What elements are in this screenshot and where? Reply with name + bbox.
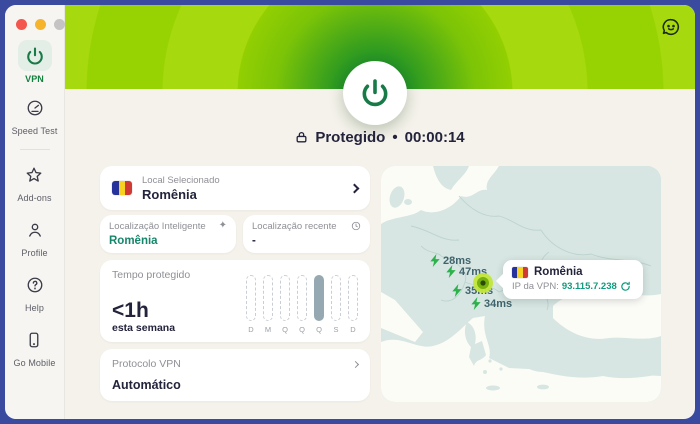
status-separator: • [392,129,397,146]
recent-location-value: - [252,235,361,247]
protected-time-bar [348,275,358,321]
speedometer-icon [19,93,51,123]
smart-location-label: Localização Inteligente [109,221,206,232]
weekly-bar-chart: D M Q Q Q S D [246,269,358,334]
vpn-protocol-label: Protocolo VPN [112,358,181,370]
lock-icon [295,130,308,145]
bolt-icon [429,254,441,267]
star-icon [18,160,50,190]
map-panel: 28ms 47ms 35ms 34ms [381,166,661,402]
app-window: VPN Speed Test Add-ons [5,5,695,419]
protected-time-bar [331,275,341,321]
romania-flag [512,267,528,278]
sparkle-icon: ✦ [219,221,227,230]
minimize-button[interactable] [35,19,46,30]
refresh-icon[interactable] [620,281,631,292]
sidebar-item-label: Help [25,303,44,313]
protected-time-label: Tempo protegido [112,269,190,281]
sidebar-item-label: VPN [25,74,44,84]
power-button[interactable] [343,61,407,125]
selected-location-label: Local Selecionado [142,175,341,186]
connection-tooltip: Romênia IP da VPN: 93.115.7.238 [503,260,643,299]
sidebar-item-label: Add-ons [17,193,51,203]
sidebar-item-vpn[interactable]: VPN [18,40,52,84]
bar-day-label: Q [316,325,322,334]
ping-marker: 34ms [470,297,512,310]
main-area: Protegido • 00:00:14 Local Selecionado R… [65,5,695,419]
chevron-right-icon [350,183,360,193]
protected-time-bar [297,275,307,321]
bar-day-label: Q [299,325,305,334]
connected-location-dot [472,272,494,294]
feedback-chat-icon[interactable] [660,16,682,38]
bolt-icon [451,284,463,297]
protected-time-bar [246,275,256,321]
tooltip-ip-value: 93.115.7.238 [562,281,617,292]
bar-day-label: D [248,325,253,334]
smart-location-value: Romênia [109,235,227,247]
tooltip-ip-label: IP da VPN: [512,281,559,292]
fullscreen-button[interactable] [54,19,65,30]
sidebar-divider [20,149,50,150]
status-label: Protegido [315,129,385,146]
selected-location-card[interactable]: Local Selecionado Romênia [100,166,370,210]
bar-day-label: S [333,325,338,334]
sidebar-item-speed-test[interactable]: Speed Test [12,93,58,136]
bar-day-label: M [265,325,271,334]
recent-location-label: Localização recente [252,221,337,232]
smart-location-card[interactable]: Localização Inteligente ✦ Romênia [100,215,236,253]
power-icon [18,40,52,71]
ping-value: 34ms [484,298,512,310]
bar-day-label: D [350,325,355,334]
status-timer: 00:00:14 [405,129,465,146]
power-icon [359,77,391,109]
connection-status: Protegido • 00:00:14 [65,129,695,146]
sidebar-item-label: Profile [21,248,47,258]
clock-icon [351,221,361,231]
recent-location-card[interactable]: Localização recente - [243,215,370,253]
sidebar-item-add-ons[interactable]: Add-ons [17,160,51,203]
protected-time-bar [314,275,324,321]
romania-flag [112,181,132,195]
sidebar-item-go-mobile[interactable]: Go Mobile [14,325,56,368]
chevron-right-icon [352,360,359,367]
sidebar: VPN Speed Test Add-ons [5,5,65,419]
sidebar-item-profile[interactable]: Profile [19,215,51,258]
tooltip-country: Romênia [534,266,583,278]
protected-time-value: <1h [112,301,190,321]
protected-time-card: Tempo protegido <1h esta semana D M Q Q … [100,260,370,342]
bolt-icon [445,265,457,278]
protected-time-bar [280,275,290,321]
bar-day-label: Q [282,325,288,334]
vpn-protocol-card[interactable]: Protocolo VPN Automático [100,349,370,401]
selected-location-value: Romênia [142,187,341,202]
sidebar-item-help[interactable]: Help [19,270,51,313]
traffic-lights [5,19,65,30]
protected-time-bar [263,275,273,321]
sidebar-item-label: Go Mobile [14,358,56,368]
phone-icon [18,325,50,355]
question-icon [19,270,51,300]
cards-column: Local Selecionado Romênia Localização In… [100,166,370,401]
bolt-icon [470,297,482,310]
person-icon [19,215,51,245]
sidebar-item-label: Speed Test [12,126,58,136]
vpn-protocol-value: Automático [112,378,358,392]
close-button[interactable] [16,19,27,30]
protected-time-period: esta semana [112,322,190,334]
